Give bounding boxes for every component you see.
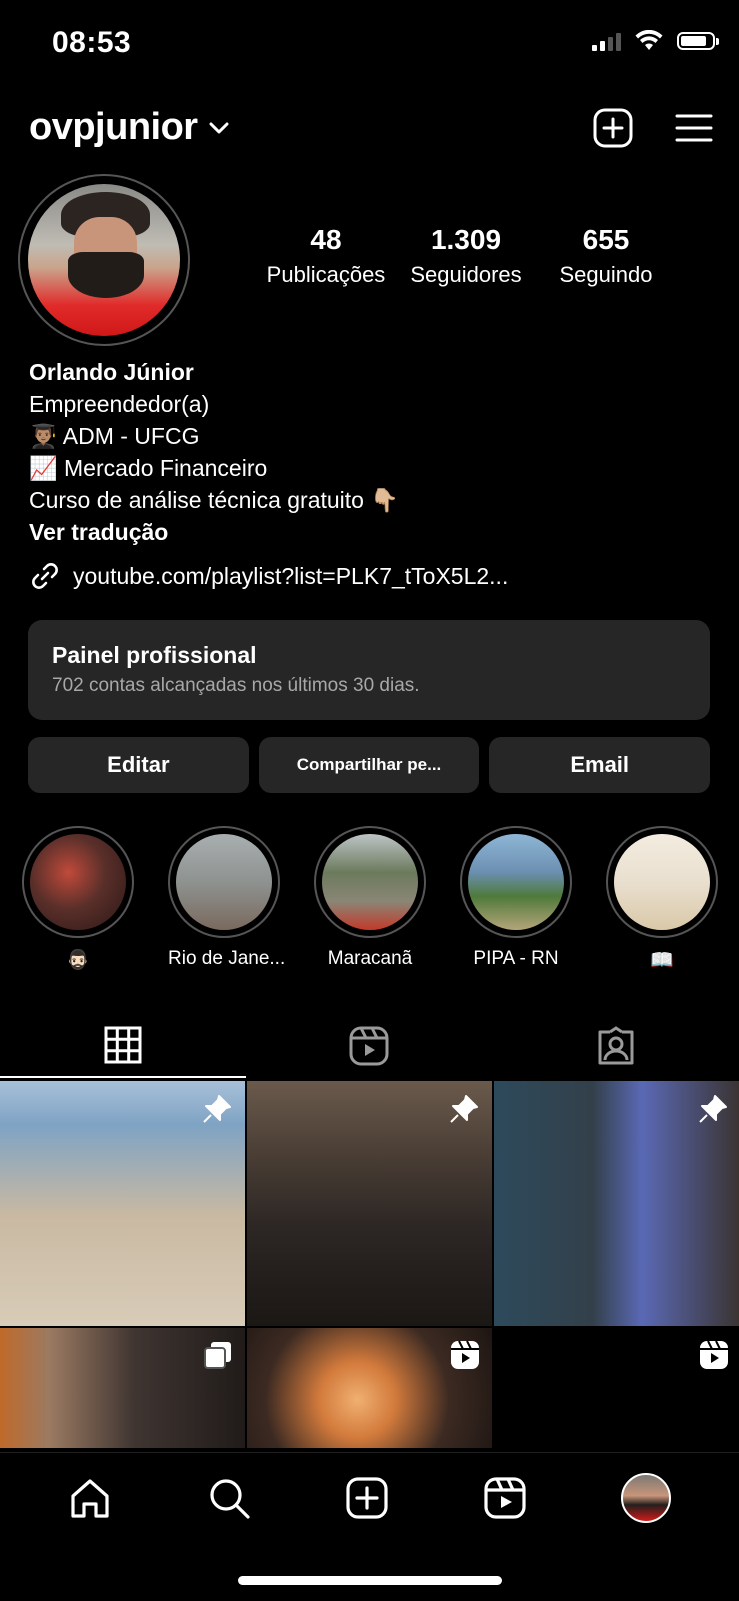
new-post-icon[interactable] [593,108,633,148]
wifi-icon [635,30,663,50]
tab-tagged[interactable] [493,1014,739,1078]
stat-value: 1.309 [430,224,502,255]
tagged-icon [598,1026,634,1065]
highlight-item[interactable]: 📖 [606,826,718,972]
highlight-item[interactable]: Maracanã [314,826,426,972]
see-translation-link[interactable]: Ver tradução [29,516,399,548]
chevron-down-icon [209,122,229,133]
signal-icon [592,31,621,51]
stat-value: 655 [582,224,630,255]
stat-following[interactable]: 655 Seguindo [536,224,676,288]
profile-stats: 48 Publicações 1.309 Seguidores 655 Segu… [256,224,676,288]
pin-icon [450,1095,478,1123]
bio-link[interactable]: youtube.com/playlist?list=PLK7_tToX5L2..… [29,560,508,592]
reel-icon [451,1340,479,1369]
battery-icon [677,32,719,50]
profile-tab-avatar[interactable] [621,1473,672,1523]
highlight-cover [30,834,126,930]
reels-icon [349,1026,389,1066]
highlight-item[interactable]: 🧔🏻‍♂️ [22,826,134,972]
highlight-item[interactable]: Rio de Jane... [168,826,286,972]
home-indicator [238,1576,502,1585]
username: ovpjunior [29,106,198,148]
highlight-cover [176,834,272,930]
account-switcher[interactable]: ovpjunior [29,106,230,149]
highlight-label: 📖 [650,950,674,971]
highlight-label: Maracanã [327,948,413,969]
header-actions [593,108,713,148]
profile-avatar[interactable] [18,174,190,346]
profile-tabs [0,1014,739,1078]
stat-followers[interactable]: 1.309 Seguidores [396,224,536,288]
share-profile-button[interactable]: Compartilhar pe... [258,737,480,793]
highlight-label: PIPA - RN [473,948,559,969]
bio-link-text: youtube.com/playlist?list=PLK7_tToX5L2..… [73,562,509,589]
professional-dashboard[interactable]: Painel profissional 702 contas alcançada… [28,620,710,720]
post-thumbnail[interactable] [247,1081,492,1326]
highlight-label: 🧔🏻‍♂️ [66,950,90,971]
carousel-icon [204,1342,231,1369]
link-icon [32,563,58,589]
menu-icon[interactable] [675,112,713,144]
bio-line: Curso de análise técnica gratuito 👇🏼 [29,487,399,513]
panel-title: Painel profissional [52,642,257,668]
profile-actions: Editar Compartilhar pe... Email [28,737,711,793]
posts-grid [0,1081,739,1448]
post-thumbnail[interactable] [494,1328,739,1448]
highlight-cover [468,834,564,930]
email-button[interactable]: Email [489,737,711,793]
stat-label: Publicações [266,262,386,287]
post-thumbnail[interactable] [494,1081,739,1326]
stat-label: Seguidores [410,262,522,287]
pin-icon [699,1095,727,1123]
highlight-cover [322,834,418,930]
post-thumbnail[interactable] [0,1328,245,1448]
stat-label: Seguindo [559,262,653,287]
stat-posts[interactable]: 48 Publicações [256,224,396,288]
search-icon[interactable] [207,1476,251,1520]
reel-icon [700,1340,728,1369]
home-icon[interactable] [68,1476,112,1520]
grid-icon [104,1026,142,1064]
bio-line: 👨🏽‍🎓 ADM - UFCG [29,423,200,449]
pin-icon [203,1095,231,1123]
tab-posts[interactable] [0,1014,247,1078]
post-thumbnail[interactable] [0,1081,245,1326]
bio-line: 📈 Mercado Financeiro [29,455,268,481]
highlight-label: Rio de Jane... [168,948,286,969]
panel-subtitle: 702 contas alcançadas nos últimos 30 dia… [52,675,420,696]
stat-value: 48 [310,224,342,255]
create-icon[interactable] [346,1477,389,1519]
highlight-cover [614,834,710,930]
post-thumbnail[interactable] [247,1328,492,1448]
display-name: Orlando Júnior [29,359,194,385]
status-time: 08:53 [52,26,132,59]
edit-profile-button[interactable]: Editar [28,737,249,793]
status-icons [592,30,719,52]
profile-bio: Orlando Júnior Empreendedor(a) 👨🏽‍🎓 ADM … [29,356,399,548]
avatar-image [28,184,180,336]
highlight-item[interactable]: PIPA - RN [460,826,572,972]
reels-icon[interactable] [484,1477,526,1519]
bio-category: Empreendedor(a) [29,391,210,417]
story-highlights: 🧔🏻‍♂️ Rio de Jane... Maracanã PIPA - RN … [22,826,718,972]
tab-reels[interactable] [246,1014,492,1078]
